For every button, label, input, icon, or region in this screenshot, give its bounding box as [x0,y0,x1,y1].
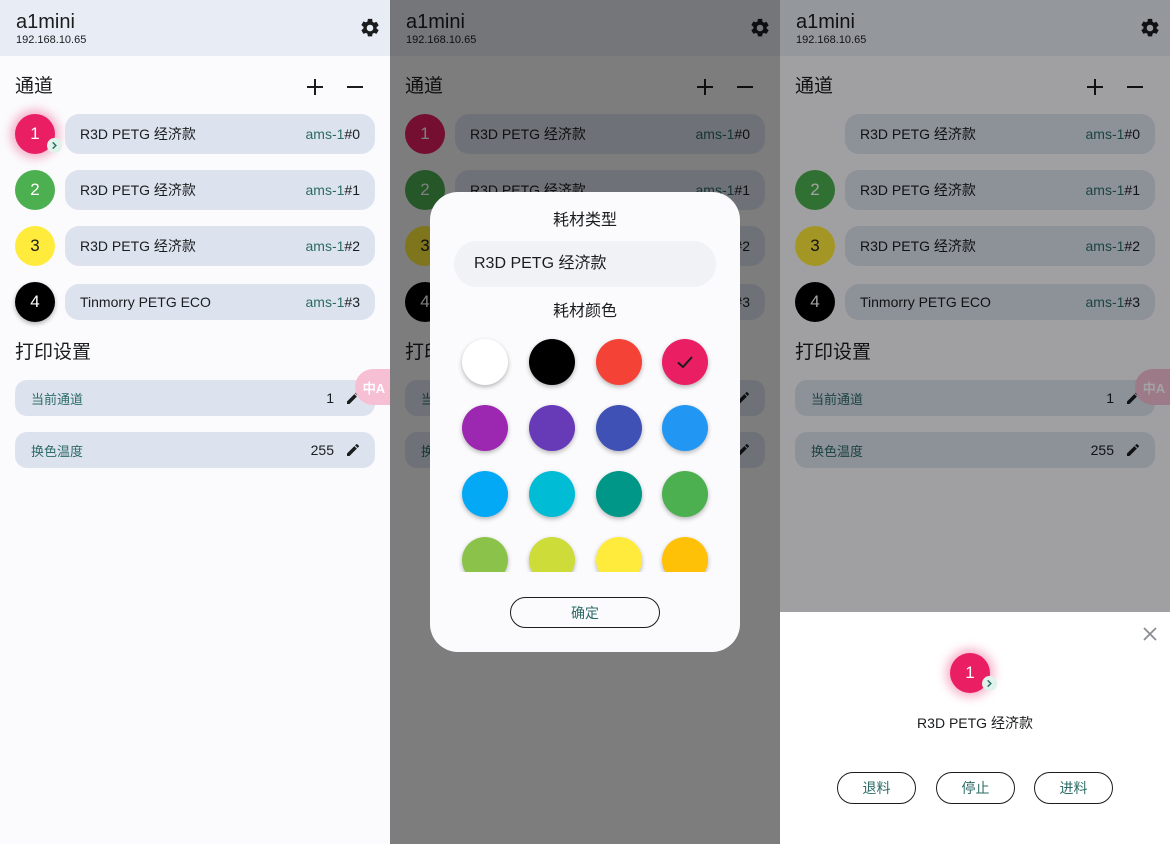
channel-row[interactable]: 3 R3D PETG 经济款 ams-1#2 [0,226,390,266]
check-icon [677,356,693,369]
color-swatch[interactable] [662,339,708,385]
color-swatch-grid[interactable] [430,330,740,572]
slot-label: ams-1#0 [305,126,360,142]
stop-button[interactable]: 停止 [936,772,1015,804]
color-swatch[interactable] [662,537,708,572]
color-swatch[interactable] [662,405,708,451]
filament-color-dialog: 耗材类型 R3D PETG 经济款 耗材颜色 确定 [430,192,740,652]
filament-color-title: 耗材颜色 [552,303,617,320]
translate-icon[interactable]: 中A [355,369,390,405]
current-channel-setting[interactable]: 当前通道 1 [15,380,375,416]
setting-label: 换色温度 [31,444,84,459]
channel-row[interactable]: 4 Tinmorry PETG ECO ams-1#3 [0,282,390,322]
channel-filament-bar[interactable]: R3D PETG 经济款 ams-1#0 [65,114,375,154]
channel-number-badge[interactable]: 2 [15,170,55,210]
edit-pencil-icon[interactable] [345,442,361,458]
channel-number-badge[interactable]: 3 [15,226,55,266]
filament-name: R3D PETG 经济款 [80,182,196,198]
app-header: a1mini 192.168.10.65 [0,0,390,56]
color-swatch[interactable] [596,537,642,572]
color-swatch[interactable] [596,471,642,517]
filament-type-title: 耗材类型 [552,212,617,229]
filament-name: Tinmorry PETG ECO [80,294,211,310]
color-swatch[interactable] [462,471,508,517]
setting-value: 1 [326,390,334,406]
color-swatch[interactable] [529,471,575,517]
color-swatch[interactable] [462,405,508,451]
app-title: a1mini [16,11,75,33]
color-swatch[interactable] [462,339,508,385]
color-swatch[interactable] [529,339,575,385]
color-swatch[interactable] [529,537,575,572]
chevron-right-icon [982,676,997,691]
slot-label: ams-1#2 [305,238,360,254]
slot-label: ams-1#3 [305,294,360,310]
unload-button[interactable]: 退料 [837,772,916,804]
confirm-button[interactable]: 确定 [510,597,660,628]
modal-scrim[interactable] [780,0,1170,612]
color-swatch[interactable] [529,405,575,451]
main-screen: a1mini 192.168.10.65 通道 1 R3D PETG 经济款 a… [0,0,390,844]
device-ip: 192.168.10.65 [16,34,87,46]
setting-value: 255 [310,442,334,458]
add-channel-icon[interactable] [303,75,327,99]
filament-name: R3D PETG 经济款 [80,238,196,254]
channel-row[interactable]: 2 R3D PETG 经济款 ams-1#1 [0,170,390,210]
setting-label: 当前通道 [31,392,84,407]
load-button[interactable]: 进料 [1034,772,1113,804]
channel-filament-bar[interactable]: R3D PETG 经济款 ams-1#2 [65,226,375,266]
chevron-right-icon [47,138,62,153]
channel-action-sheet: 1 R3D PETG 经济款 退料 停止 进料 [780,612,1170,844]
channel-sheet-screen: a1mini 192.168.10.65 通道 R3D PETG 经济款 ams… [780,0,1170,844]
remove-channel-icon[interactable] [343,75,367,99]
close-icon[interactable] [1139,623,1161,645]
channel-filament-bar[interactable]: Tinmorry PETG ECO ams-1#3 [65,284,375,320]
color-swatch[interactable] [662,471,708,517]
filament-name: R3D PETG 经济款 [80,126,196,142]
color-swatch[interactable] [596,339,642,385]
channel-row[interactable]: 1 R3D PETG 经济款 ams-1#0 [0,114,390,154]
settings-gear-icon[interactable] [357,15,383,41]
color-change-temp-setting[interactable]: 换色温度 255 [15,432,375,468]
filament-type-value: R3D PETG 经济款 [474,255,607,272]
filament-type-field[interactable]: R3D PETG 经济款 [454,241,716,287]
filament-name: R3D PETG 经济款 [917,715,1033,731]
channel-filament-bar[interactable]: R3D PETG 经济款 ams-1#1 [65,170,375,210]
channel-number-badge[interactable]: 4 [15,282,55,322]
channels-title: 通道 [15,76,54,97]
print-settings-title: 打印设置 [15,342,92,363]
color-swatch[interactable] [462,537,508,572]
slot-label: ams-1#1 [305,182,360,198]
color-swatch[interactable] [596,405,642,451]
